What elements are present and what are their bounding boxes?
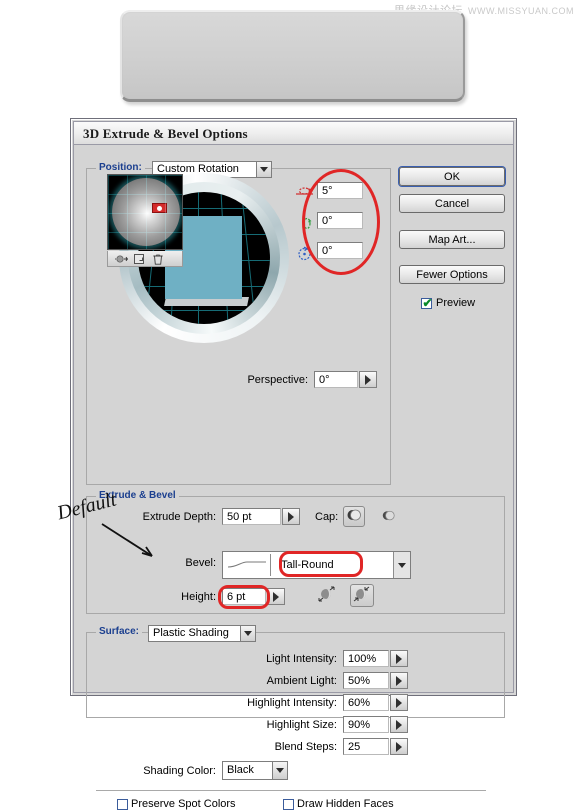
ok-button-label: OK: [444, 170, 460, 183]
light-intensity-value: 100%: [348, 653, 377, 665]
3d-extrude-bevel-options-dialog: 3D Extrude & Bevel Options Position: Cus…: [70, 118, 517, 810]
bevel-dropdown-arrow[interactable]: [393, 552, 410, 578]
bevel-extent-in-button[interactable]: [350, 584, 374, 607]
highlight-intensity-value: 60%: [348, 697, 371, 709]
perspective-value: 0°: [319, 374, 330, 386]
preview-checkbox[interactable]: ✔: [421, 296, 433, 310]
rotate-z-input[interactable]: 0°: [317, 242, 363, 259]
highlight-intensity-label: Highlight Intensity:: [247, 697, 337, 709]
highlight-size-stepper[interactable]: [390, 716, 408, 733]
bottom-divider: [96, 790, 486, 791]
light-intensity-input[interactable]: 100%: [343, 650, 389, 667]
shading-color-value: Black: [227, 764, 254, 776]
map-art-button[interactable]: Map Art...: [399, 230, 505, 249]
duplicate-light-icon[interactable]: [133, 253, 145, 265]
artboard-rounded-rectangle: [120, 10, 465, 102]
blend-steps-label: Blend Steps:: [274, 741, 337, 753]
dialog-body: Position: Custom Rotation 5° 0° 0° Persp…: [74, 145, 513, 810]
highlight-intensity-input[interactable]: 60%: [343, 694, 389, 711]
dialog-titlebar: 3D Extrude & Bevel Options: [74, 122, 513, 145]
cap-off-button[interactable]: [377, 506, 399, 527]
bevel-preview-swatch: [225, 554, 271, 576]
map-art-button-label: Map Art...: [428, 233, 476, 246]
cap-on-icon: [346, 507, 362, 526]
height-label: Height:: [181, 591, 216, 603]
rotate-y-input[interactable]: 0°: [317, 212, 363, 229]
ambient-light-value: 50%: [348, 675, 371, 687]
highlight-size-value: 90%: [348, 719, 371, 731]
rotate-x-icon: [296, 185, 313, 202]
ok-button[interactable]: OK: [399, 167, 505, 186]
light-intensity-label: Light Intensity:: [266, 653, 337, 665]
cap-label: Cap:: [315, 511, 339, 523]
chevron-down-icon-surface[interactable]: [240, 626, 255, 641]
ambient-light-input[interactable]: 50%: [343, 672, 389, 689]
light-intensity-stepper[interactable]: [390, 650, 408, 667]
rotate-y-icon: [296, 215, 313, 232]
blend-steps-input[interactable]: 25: [343, 738, 389, 755]
blend-steps-value: 25: [348, 741, 361, 753]
highlight-size-label: Highlight Size:: [266, 719, 337, 731]
artboard-rounded-rectangle-face: [123, 13, 462, 98]
annotation-arrow: [101, 523, 153, 557]
draw-hidden-faces-label: Draw Hidden Faces: [297, 798, 394, 810]
surface-label: Surface:: [96, 626, 143, 637]
rotate-x-input[interactable]: 5°: [317, 182, 363, 199]
height-input[interactable]: 6 pt: [222, 588, 266, 605]
check-icon: ✔: [422, 296, 433, 310]
height-stepper[interactable]: [267, 588, 285, 605]
rotate-y-value: 0°: [322, 215, 333, 227]
highlight-intensity-stepper[interactable]: [390, 694, 408, 711]
new-light-icon[interactable]: [114, 253, 129, 265]
cancel-button-label: Cancel: [434, 197, 470, 210]
delete-light-icon[interactable]: [152, 253, 164, 265]
perspective-stepper[interactable]: [359, 371, 377, 388]
fewer-options-button-label: Fewer Options: [416, 268, 488, 281]
rotate-x-value: 5°: [322, 185, 333, 197]
ambient-light-stepper[interactable]: [390, 672, 408, 689]
light-sphere-preview[interactable]: [107, 174, 183, 250]
dialog-inner-frame: 3D Extrude & Bevel Options Position: Cus…: [73, 121, 514, 810]
bevel-extent-out-button[interactable]: [315, 585, 339, 606]
cancel-button[interactable]: Cancel: [399, 194, 505, 213]
preview-label: Preview: [436, 297, 476, 309]
height-value: 6 pt: [227, 591, 246, 603]
preserve-spot-colors-checkbox[interactable]: [117, 799, 128, 810]
ambient-light-label: Ambient Light:: [266, 675, 337, 687]
bevel-value: Tall-Round: [281, 559, 334, 571]
chevron-down-icon-shading[interactable]: [272, 762, 287, 779]
perspective-label: Perspective:: [247, 374, 308, 386]
cap-on-button[interactable]: [343, 506, 365, 527]
bevel-extent-out-icon: [317, 585, 337, 606]
draw-hidden-faces-checkbox[interactable]: [283, 799, 294, 810]
watermark-en: WWW.MISSYUAN.COM: [468, 6, 574, 16]
preserve-spot-colors-label: Preserve Spot Colors: [131, 798, 236, 810]
rotate-z-icon: [296, 245, 313, 262]
bevel-select[interactable]: Tall-Round: [222, 551, 411, 579]
highlight-size-input[interactable]: 90%: [343, 716, 389, 733]
shading-color-label: Shading Color:: [143, 765, 216, 777]
shading-color-select[interactable]: Black: [222, 761, 288, 780]
surface-value: Plastic Shading: [153, 627, 229, 639]
perspective-input[interactable]: 0°: [314, 371, 358, 388]
cap-off-icon: [381, 508, 396, 526]
dialog-title: 3D Extrude & Bevel Options: [83, 126, 248, 141]
light-sphere-toolbar: [107, 251, 183, 267]
extrude-depth-value: 50 pt: [227, 511, 252, 523]
fewer-options-button[interactable]: Fewer Options: [399, 265, 505, 284]
extrude-depth-input[interactable]: 50 pt: [222, 508, 281, 525]
bevel-extent-in-icon: [352, 585, 372, 606]
extrude-depth-stepper[interactable]: [282, 508, 300, 525]
blend-steps-stepper[interactable]: [390, 738, 408, 755]
surface-select[interactable]: Plastic Shading: [148, 625, 256, 642]
rotate-z-value: 0°: [322, 245, 333, 257]
position-label: Position:: [96, 162, 145, 173]
